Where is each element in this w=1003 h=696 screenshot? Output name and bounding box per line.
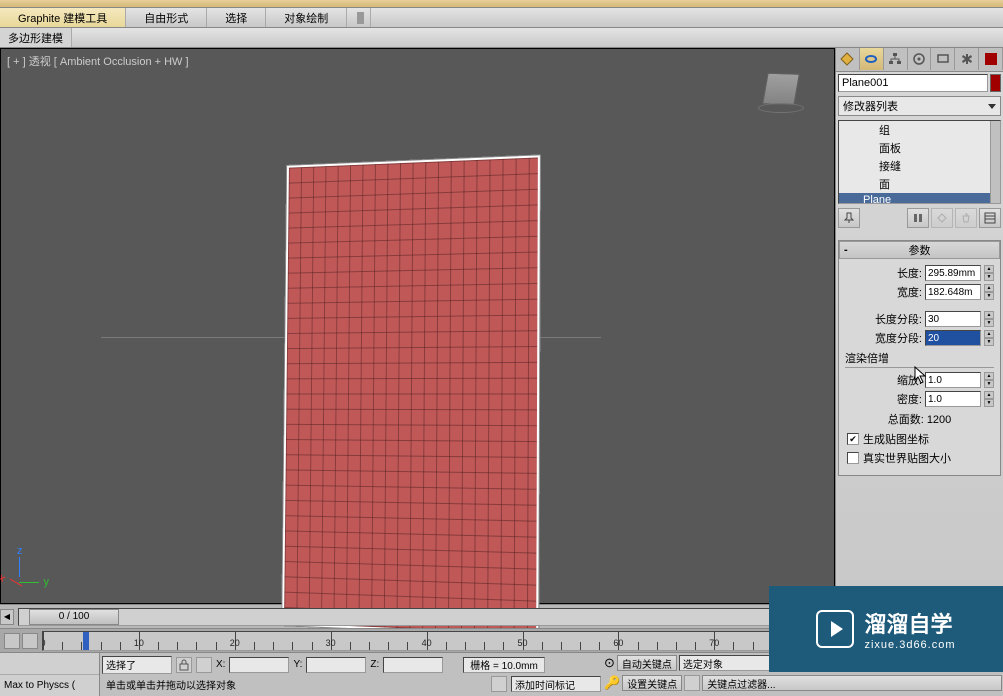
- isolate-icon[interactable]: [196, 657, 212, 673]
- tab-display-icon[interactable]: [931, 48, 955, 70]
- menu-object-paint[interactable]: 对象绘制: [266, 8, 347, 27]
- stack-item-plane[interactable]: Plane: [839, 193, 1000, 204]
- stack-item-panel[interactable]: 面板: [839, 139, 1000, 157]
- command-panel: 修改器列表 组 面板 接缝 面 Plane - 参数: [835, 48, 1003, 604]
- object-name-input[interactable]: [838, 74, 988, 92]
- pin-stack-button[interactable]: [838, 208, 860, 228]
- color-swatch-corner[interactable]: [979, 48, 1003, 70]
- key-filters-button[interactable]: 关键点过滤器...: [702, 675, 1002, 691]
- parameters-rollout: - 参数 长度: ▲▼ 宽度: ▲▼ 长度分段: ▲▼: [838, 240, 1001, 476]
- command-panel-tabs: [836, 48, 1003, 72]
- density-input[interactable]: [925, 391, 981, 407]
- menu-dropdown-icon[interactable]: [347, 8, 371, 27]
- time-slider-handle[interactable]: 0 / 100: [29, 609, 119, 625]
- y-label: Y:: [293, 659, 302, 670]
- auto-key-button[interactable]: 自动关键点: [617, 655, 677, 671]
- make-unique-button[interactable]: [931, 208, 953, 228]
- scale-spinner[interactable]: ▲▼: [984, 372, 994, 388]
- viewport-label[interactable]: [ + ] 透视 [ Ambient Occlusion + HW ]: [7, 53, 189, 69]
- real-world-map-label: 真实世界贴图大小: [863, 450, 951, 466]
- length-spinner[interactable]: ▲▼: [984, 265, 994, 281]
- chevron-down-icon: [988, 104, 996, 109]
- grid-display: 栅格 = 10.0mm: [463, 657, 545, 673]
- length-segs-label: 长度分段:: [875, 311, 922, 327]
- lock-ui-icon[interactable]: ⊙: [604, 655, 615, 671]
- total-faces-label: 总面数: 1200: [845, 411, 994, 427]
- length-segs-spinner[interactable]: ▲▼: [984, 311, 994, 327]
- rollout-header-parameters[interactable]: - 参数: [839, 241, 1000, 259]
- modifier-list-dropdown[interactable]: 修改器列表: [838, 96, 1001, 116]
- stack-scrollbar[interactable]: [990, 121, 1000, 203]
- length-segs-input[interactable]: [925, 311, 981, 327]
- tab-motion-icon[interactable]: [908, 48, 932, 70]
- render-mult-header: 渲染倍增: [845, 350, 994, 368]
- time-tag-icon[interactable]: [491, 676, 507, 692]
- gen-map-coords-checkbox[interactable]: ✔: [847, 433, 859, 445]
- scene-object-plane[interactable]: [282, 155, 540, 636]
- tab-create-icon[interactable]: [836, 48, 860, 70]
- selection-count: 选择了: [102, 656, 172, 674]
- time-prev-button[interactable]: ◀: [0, 609, 14, 625]
- menu-graphite-tools[interactable]: Graphite 建模工具: [0, 8, 126, 27]
- width-segs-label: 宽度分段:: [875, 330, 922, 346]
- x-label: X:: [216, 659, 225, 670]
- modifier-stack[interactable]: 组 面板 接缝 面 Plane: [838, 120, 1001, 204]
- set-key-button[interactable]: 设置关键点: [622, 675, 682, 691]
- prompt-text: 单击或单击并拖动以选择对象: [102, 677, 236, 692]
- scale-input[interactable]: [925, 372, 981, 388]
- key-filters-icon[interactable]: [684, 675, 700, 691]
- scale-label: 缩放:: [897, 372, 922, 388]
- ribbon-menubar[interactable]: Graphite 建模工具 自由形式 选择 对象绘制: [0, 8, 1003, 28]
- length-label: 长度:: [897, 265, 922, 281]
- density-spinner[interactable]: ▲▼: [984, 391, 994, 407]
- stack-item-seam[interactable]: 接缝: [839, 157, 1000, 175]
- density-label: 密度:: [897, 391, 922, 407]
- add-time-tag-input[interactable]: 添加时间标记: [511, 676, 601, 692]
- maxscript-mini-listener[interactable]: [0, 653, 99, 675]
- x-coord-input[interactable]: [229, 657, 289, 673]
- axis-gizmo: [15, 557, 45, 587]
- track-time-marker[interactable]: [83, 632, 89, 650]
- stack-item-group[interactable]: 组: [839, 121, 1000, 139]
- real-world-map-checkbox[interactable]: [847, 452, 859, 464]
- tab-hierarchy-icon[interactable]: [884, 48, 908, 70]
- z-coord-input[interactable]: [383, 657, 443, 673]
- width-input[interactable]: [925, 284, 981, 300]
- width-segs-input[interactable]: [925, 330, 981, 346]
- width-label: 宽度:: [897, 284, 922, 300]
- show-end-result-button[interactable]: [907, 208, 929, 228]
- viewcube[interactable]: [758, 67, 804, 113]
- tab-utilities-icon[interactable]: [955, 48, 979, 70]
- stack-item-face[interactable]: 面: [839, 175, 1000, 193]
- submenu-polygon-modeling[interactable]: 多边形建模: [0, 28, 72, 47]
- menu-freeform[interactable]: 自由形式: [126, 8, 207, 27]
- selection-lock-icon[interactable]: [176, 657, 192, 673]
- gen-map-coords-label: 生成贴图坐标: [863, 431, 929, 447]
- maxscript-output[interactable]: Max to Physcs (: [0, 675, 99, 696]
- tab-modify-icon[interactable]: [860, 48, 884, 70]
- watermark-title: 溜溜自学: [864, 607, 955, 639]
- length-input[interactable]: [925, 265, 981, 281]
- stack-toolbar: [836, 206, 1003, 230]
- watermark: 溜溜自学 zixue.3d66.com: [769, 586, 1003, 672]
- width-segs-spinner[interactable]: ▲▼: [984, 330, 994, 346]
- z-label: Z:: [370, 659, 379, 670]
- remove-modifier-button[interactable]: [955, 208, 977, 228]
- width-spinner[interactable]: ▲▼: [984, 284, 994, 300]
- track-curve-editor-icon[interactable]: [4, 633, 20, 649]
- menu-selection[interactable]: 选择: [207, 8, 266, 27]
- object-color-swatch[interactable]: [990, 74, 1001, 92]
- ribbon-submenubar: 多边形建模: [0, 28, 1003, 48]
- viewport-perspective[interactable]: [ + ] 透视 [ Ambient Occlusion + HW ]: [0, 48, 835, 604]
- key-icon[interactable]: 🔑: [604, 675, 620, 691]
- track-filter-icon[interactable]: [22, 633, 38, 649]
- watermark-url: zixue.3d66.com: [864, 639, 955, 651]
- watermark-play-icon: [816, 610, 854, 648]
- configure-sets-button[interactable]: [979, 208, 1001, 228]
- y-coord-input[interactable]: [306, 657, 366, 673]
